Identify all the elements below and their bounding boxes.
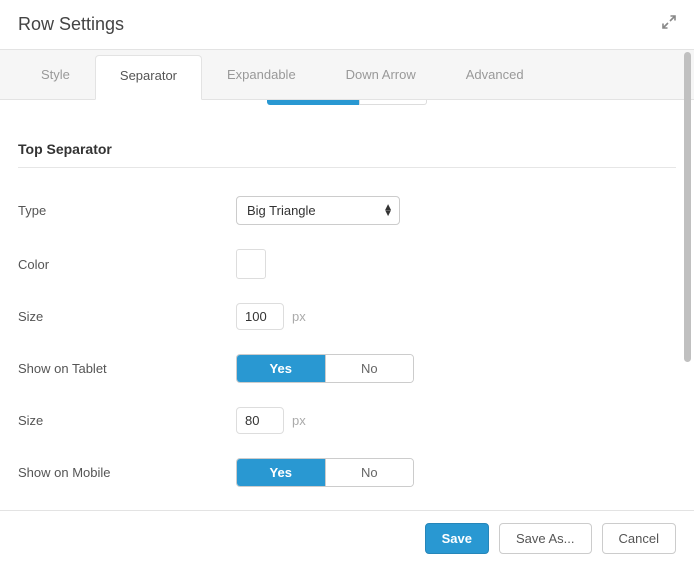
label-color: Color [18, 257, 236, 272]
dialog-footer: Save Save As... Cancel [0, 510, 694, 566]
label-type: Type [18, 203, 236, 218]
size-input[interactable] [236, 303, 284, 330]
label-show-mobile: Show on Mobile [18, 465, 236, 480]
row-show-tablet: Show on Tablet Yes No [18, 354, 676, 383]
label-size: Size [18, 309, 236, 324]
tab-down-arrow[interactable]: Down Arrow [321, 50, 441, 99]
partial-cutoff-toggle [18, 100, 676, 105]
toggle-tablet-yes[interactable]: Yes [237, 355, 326, 382]
row-color: Color [18, 249, 676, 279]
label-size-tablet: Size [18, 413, 236, 428]
tab-separator[interactable]: Separator [95, 55, 202, 100]
size-tablet-input[interactable] [236, 407, 284, 434]
color-swatch[interactable] [236, 249, 266, 279]
size-tablet-unit: px [292, 413, 306, 428]
dialog-title: Row Settings [18, 14, 124, 35]
partial-blue-segment[interactable] [267, 100, 359, 105]
save-as-button[interactable]: Save As... [499, 523, 592, 554]
content-area: Top Separator Type Big Triangle ▲▼ Color… [0, 100, 694, 514]
partial-gray-segment[interactable] [359, 100, 427, 105]
tab-advanced[interactable]: Advanced [441, 50, 549, 99]
toggle-mobile-yes[interactable]: Yes [237, 459, 326, 486]
size-unit: px [292, 309, 306, 324]
toggle-mobile-no[interactable]: No [326, 459, 414, 486]
toggle-show-tablet: Yes No [236, 354, 414, 383]
row-show-mobile: Show on Mobile Yes No [18, 458, 676, 487]
scrollbar-thumb[interactable] [684, 52, 691, 362]
type-select[interactable]: Big Triangle [236, 196, 400, 225]
save-button[interactable]: Save [425, 523, 489, 554]
toggle-show-mobile: Yes No [236, 458, 414, 487]
tab-expandable[interactable]: Expandable [202, 50, 321, 99]
label-show-tablet: Show on Tablet [18, 361, 236, 376]
tab-style[interactable]: Style [16, 50, 95, 99]
dialog-header: Row Settings [0, 0, 694, 50]
toggle-tablet-no[interactable]: No [326, 355, 414, 382]
row-size-tablet: Size px [18, 407, 676, 434]
expand-icon[interactable] [662, 15, 676, 34]
section-title: Top Separator [18, 141, 676, 168]
row-type: Type Big Triangle ▲▼ [18, 196, 676, 225]
row-size: Size px [18, 303, 676, 330]
cancel-button[interactable]: Cancel [602, 523, 676, 554]
tabs-bar: Style Separator Expandable Down Arrow Ad… [0, 50, 694, 100]
